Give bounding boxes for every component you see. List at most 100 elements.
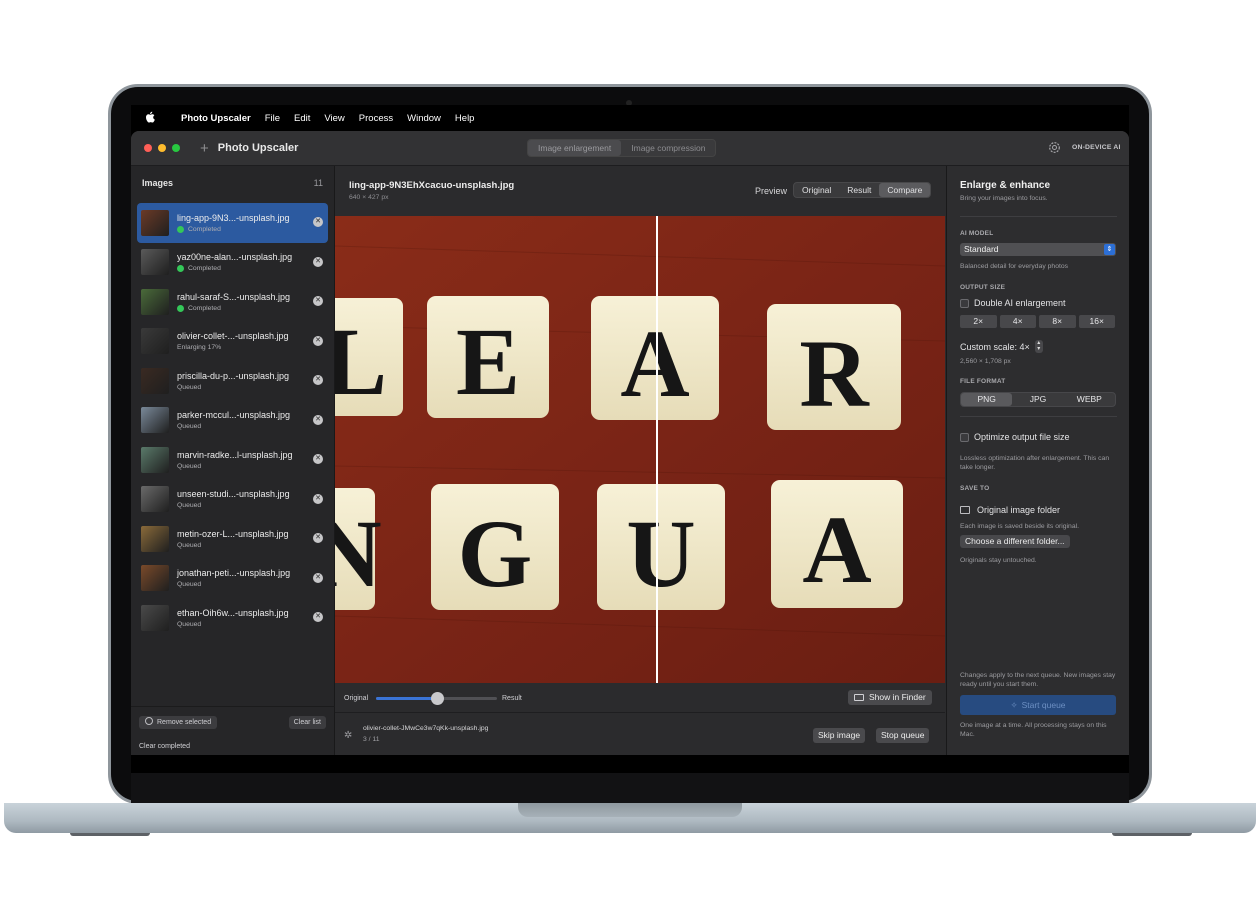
divider (960, 216, 1117, 217)
compare-slider-row: Original Result Show in Finder (335, 683, 945, 713)
scale-16x-button[interactable]: 16× (1078, 315, 1115, 328)
app-window: + Photo Upscaler Image enlargement Image… (131, 131, 1129, 755)
minimize-window-button[interactable] (158, 144, 166, 152)
remove-selected-button[interactable]: Remove selected (139, 716, 218, 729)
choose-folder-button[interactable]: Choose a different folder... (960, 535, 1070, 548)
image-list: ling-app-9N3...-unsplash.jpg Completed ✕ ya… (137, 203, 328, 638)
list-item-status: Queued (177, 384, 289, 391)
mode-original[interactable]: Original (794, 183, 839, 197)
list-item[interactable]: unseen-studi...-unsplash.jpg Queued ✕ (137, 480, 328, 520)
screen: Photo Upscaler File Edit View Process Wi… (131, 105, 1129, 773)
ai-model-select[interactable]: Standard ⇕ (960, 243, 1116, 256)
start-queue-button[interactable]: ✧ Start queue (960, 695, 1116, 715)
remove-item-button[interactable]: ✕ (313, 296, 323, 306)
remove-item-button[interactable]: ✕ (313, 612, 323, 622)
menu-file[interactable]: File (265, 113, 280, 124)
clear-list-button[interactable]: Clear list (288, 716, 326, 729)
tab-image-enlargement[interactable]: Image enlargement (528, 140, 622, 156)
close-window-button[interactable] (144, 144, 152, 152)
compare-slider[interactable] (376, 692, 497, 705)
file-format-heading: FILE FORMAT (960, 378, 1006, 385)
divider (960, 416, 1117, 417)
queue-current-file: olivier-collet-JMwCe3w7qKk-unsplash.jpg (363, 725, 489, 732)
list-item-status: Completed (177, 265, 292, 273)
remove-item-button[interactable]: ✕ (313, 454, 323, 464)
remove-item-button[interactable]: ✕ (313, 217, 323, 227)
window-title: Photo Upscaler (217, 142, 299, 154)
remove-item-button[interactable]: ✕ (313, 335, 323, 346)
remove-item-button[interactable]: ✕ (313, 572, 323, 583)
list-item-status-label: Queued (177, 620, 202, 628)
changes-note: Changes apply to the next queue. New ima… (960, 672, 1116, 688)
slider-knob[interactable] (430, 692, 444, 705)
laptop-foot (1112, 833, 1192, 836)
list-item-status-label: Queued (177, 502, 202, 510)
list-item-text: priscilla-du-p...-unsplash.jpg Queued (177, 371, 289, 391)
image-count: 11 (313, 178, 323, 188)
list-item[interactable]: ling-app-9N3...-unsplash.jpg Completed ✕ (137, 203, 328, 243)
mode-result[interactable]: Result (839, 183, 879, 197)
list-item-name: parker-mccul...-unsplash.jpg (177, 410, 291, 421)
format-jpg[interactable]: JPG (1012, 393, 1063, 406)
list-item-text: olivier-collet-...-unsplash.jpg Enlarging… (177, 331, 289, 351)
remove-item-button[interactable]: ✕ (313, 256, 323, 267)
remove-item-button[interactable]: ✕ (313, 375, 323, 385)
list-item[interactable]: priscilla-du-p...-unsplash.jpg Queued ✕ (137, 361, 328, 401)
list-item[interactable]: parker-mccul...-unsplash.jpg Queued ✕ (137, 401, 328, 441)
mode-compare[interactable]: Compare (879, 183, 931, 197)
tab-image-compression[interactable]: Image compression (621, 140, 715, 156)
tile-letter-top-1: E (456, 308, 520, 415)
gear-icon[interactable] (1048, 141, 1062, 155)
list-item[interactable]: ethan-Oih6w...-unsplash.jpg Queued ✕ (137, 598, 328, 638)
list-item-text: marvin-radke...l-unsplash.jpg Queued (177, 450, 293, 470)
clear-completed-button[interactable]: Clear completed (139, 743, 190, 750)
custom-scale-stepper[interactable]: ▴ ▾ (1034, 340, 1043, 353)
file-dimensions: 640 × 427 px (349, 194, 389, 201)
footer-note: One image at a time. All processing stay… (960, 722, 1107, 738)
list-item-text: parker-mccul...-unsplash.jpg Queued (177, 410, 290, 430)
sparkle-icon: ✧ (1010, 700, 1018, 710)
menu-view[interactable]: View (324, 113, 344, 124)
scale-2x-button[interactable]: 2× (960, 315, 997, 328)
remove-item-button[interactable]: ✕ (313, 414, 323, 425)
list-item-status-label: Queued (177, 541, 202, 549)
format-webp[interactable]: WEBP (1064, 393, 1115, 406)
original-folder-option[interactable]: Original image folder (960, 505, 1060, 515)
menu-window[interactable]: Window (407, 113, 441, 124)
format-png[interactable]: PNG (961, 393, 1013, 406)
panel-title: Enlarge & enhance (960, 180, 1051, 191)
menu-process[interactable]: Process (359, 113, 393, 124)
list-item-status: Queued (177, 581, 290, 588)
zoom-window-button[interactable] (172, 144, 180, 152)
on-device-ai-badge: ON-DEVICE AI (1072, 144, 1121, 151)
scale-8x-button[interactable]: 8× (1039, 315, 1076, 328)
list-item[interactable]: olivier-collet-...-unsplash.jpg Enlarging… (137, 322, 328, 362)
list-item[interactable]: rahul-saraf-S...-unsplash.jpg Completed ✕ (137, 282, 328, 322)
menu-help[interactable]: Help (455, 113, 475, 124)
skip-image-button[interactable]: Skip image (813, 728, 866, 743)
output-dimensions: 2,560 × 1,708 px (960, 358, 1011, 365)
apple-icon[interactable] (145, 111, 155, 126)
menu-edit[interactable]: Edit (294, 113, 310, 124)
tile-letter-top-3: R (799, 320, 870, 427)
double-enlargement-checkbox[interactable]: Double AI enlargement (960, 298, 1066, 308)
menu-app-name[interactable]: Photo Upscaler (181, 113, 251, 124)
scale-4x-button[interactable]: 4× (999, 315, 1036, 328)
list-item-text: yaz00ne-alan...-unsplash.jpg Completed (177, 252, 292, 273)
list-item-text: unseen-studi...-unsplash.jpg Queued (177, 489, 290, 509)
list-item-name: rahul-saraf-S...-unsplash.jpg (177, 291, 291, 302)
list-item[interactable]: jonathan-peti...-unsplash.jpg Queued ✕ (137, 559, 328, 599)
list-item[interactable]: yaz00ne-alan...-unsplash.jpg Completed ✕ (137, 243, 328, 283)
preview-area: ling-app-9N3EhXcacuo-unsplash.jpg 640 × … (335, 166, 945, 755)
remove-item-button[interactable]: ✕ (313, 493, 323, 504)
list-item[interactable]: metin-ozer-L...-unsplash.jpg Queued ✕ (137, 519, 328, 559)
list-item[interactable]: marvin-radke...l-unsplash.jpg Queued ✕ (137, 440, 328, 480)
optimize-checkbox[interactable]: Optimize output file size (960, 432, 1070, 442)
original-folder-label: Original image folder (977, 505, 1061, 515)
add-images-icon[interactable]: + (200, 140, 209, 157)
ai-model-note: Balanced detail for everyday photos (960, 263, 1069, 270)
show-in-finder-button[interactable]: Show in Finder (848, 690, 932, 705)
stop-queue-button[interactable]: Stop queue (876, 728, 930, 743)
compare-image[interactable]: L E A R N G U A (335, 216, 945, 683)
remove-item-button[interactable]: ✕ (313, 533, 323, 543)
